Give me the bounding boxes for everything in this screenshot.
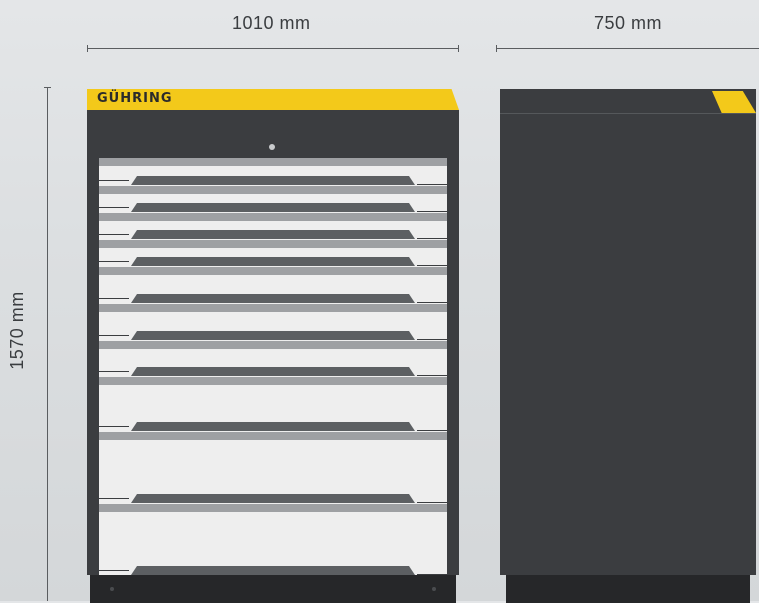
drawer-line: [99, 426, 129, 427]
cabinet-side-view: [500, 89, 756, 603]
drawer-handle[interactable]: [131, 331, 415, 340]
drawer[interactable]: [99, 240, 447, 267]
drawer-line: [417, 265, 447, 266]
drawer[interactable]: [99, 267, 447, 304]
drawer[interactable]: [99, 304, 447, 341]
drawer-line: [99, 234, 129, 235]
drawer-handle[interactable]: [131, 422, 415, 431]
drawer-line: [417, 302, 447, 303]
depth-dimension-tick-left: [496, 45, 497, 52]
foot-dot: [110, 587, 114, 591]
drawer[interactable]: [99, 341, 447, 377]
foot-dot: [432, 587, 436, 591]
drawer-line: [417, 375, 447, 376]
drawer-handle[interactable]: [131, 176, 415, 185]
cabinet-top-panel: GÜHRING: [87, 89, 459, 110]
drawer[interactable]: [99, 432, 447, 504]
drawer-handle[interactable]: [131, 367, 415, 376]
drawer-line: [417, 211, 447, 212]
drawer-line: [417, 238, 447, 239]
drawer-line: [417, 502, 447, 503]
drawer-cap: [99, 304, 447, 312]
drawer-cap: [99, 186, 447, 194]
width-dimension-line: [87, 48, 459, 49]
drawer-cap: [99, 158, 447, 166]
brand-logo: GÜHRING: [97, 91, 173, 106]
drawer-line: [417, 339, 447, 340]
drawer-cap: [99, 341, 447, 349]
lock-icon: [269, 144, 275, 150]
drawer[interactable]: [99, 377, 447, 432]
drawer-line: [99, 335, 129, 336]
drawer[interactable]: [99, 213, 447, 240]
side-plinth: [506, 575, 750, 603]
height-dimension-label: 1570 mm: [6, 291, 27, 370]
height-dimension-tick-top: [44, 87, 51, 88]
side-top-accent: [712, 91, 756, 113]
cabinet-front-view: GÜHRING: [87, 89, 459, 603]
height-dimension-line: [47, 87, 48, 601]
drawer-handle[interactable]: [131, 230, 415, 239]
drawer-handle[interactable]: [131, 257, 415, 266]
drawer-line: [99, 207, 129, 208]
drawer-line: [99, 570, 129, 571]
width-dimension-tick-right: [458, 45, 459, 52]
drawer-cap: [99, 504, 447, 512]
drawer-handle[interactable]: [131, 494, 415, 503]
side-top-panel: [500, 89, 756, 114]
width-dimension-label: 1010 mm: [232, 13, 311, 33]
cabinet-plinth: [90, 575, 456, 603]
drawer-handle[interactable]: [131, 294, 415, 303]
drawer-line: [99, 298, 129, 299]
drawer-line: [417, 184, 447, 185]
drawer-handle[interactable]: [131, 203, 415, 212]
drawer[interactable]: [99, 158, 447, 186]
drawer-cap: [99, 267, 447, 275]
drawer-handle[interactable]: [131, 566, 415, 575]
drawer-cap: [99, 240, 447, 248]
drawer[interactable]: [99, 504, 447, 576]
drawer-line: [417, 430, 447, 431]
page: { "dimensions": { "width_label": "1010 m…: [0, 0, 759, 603]
drawer-line: [99, 261, 129, 262]
drawer-line: [99, 180, 129, 181]
drawer-stack: [99, 158, 447, 588]
side-body: [500, 114, 756, 575]
drawer-cap: [99, 213, 447, 221]
depth-dimension-line: [496, 48, 759, 49]
drawer[interactable]: [99, 186, 447, 213]
width-dimension-tick-left: [87, 45, 88, 52]
drawer-cap: [99, 377, 447, 385]
drawer-cap: [99, 432, 447, 440]
drawer-line: [99, 371, 129, 372]
drawer-line: [99, 498, 129, 499]
cabinet-body: [87, 110, 459, 588]
depth-dimension-label: 750 mm: [594, 13, 663, 33]
